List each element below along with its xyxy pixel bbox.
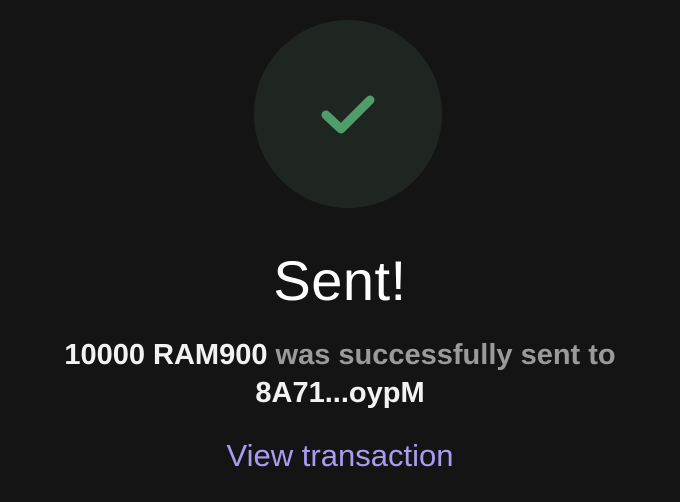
checkmark-icon — [321, 95, 375, 134]
transaction-success-screen: Sent! 10000 RAM900 was successfully sent… — [0, 0, 680, 502]
recipient-address: 8A71...oypM — [255, 377, 425, 409]
success-badge — [254, 20, 442, 208]
success-message: 10000 RAM900 was successfully sent to 8A… — [0, 336, 680, 412]
message-connector: was successfully sent to — [267, 339, 616, 371]
view-transaction-link[interactable]: View transaction — [0, 436, 680, 476]
page-title: Sent! — [273, 249, 407, 312]
sent-amount: 10000 RAM900 — [64, 339, 268, 371]
